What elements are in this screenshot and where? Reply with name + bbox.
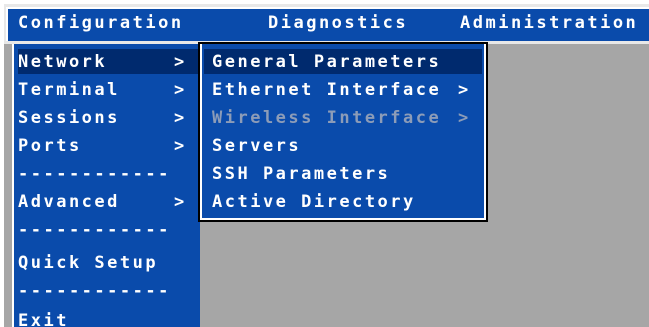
- menu-item-quick-setup[interactable]: Quick Setup: [18, 250, 198, 275]
- submenu-item-active-directory[interactable]: Active Directory: [204, 189, 482, 214]
- menu-item-label: Sessions: [18, 108, 120, 128]
- menu-item-label: Network: [18, 52, 108, 72]
- submenu-item-ethernet-interface[interactable]: Ethernet Interface >: [204, 77, 482, 102]
- menu-item-label: Ports: [18, 136, 82, 156]
- menu-bar: Configuration Diagnostics Administration: [4, 4, 649, 44]
- menu-item-label: Advanced: [18, 192, 120, 212]
- menu-item-label: Quick Setup: [18, 253, 159, 273]
- submenu-arrow-icon: >: [174, 136, 187, 156]
- submenu-arrow-icon: >: [458, 108, 471, 128]
- menu-administration[interactable]: Administration: [460, 15, 638, 39]
- separator-line: ------------: [18, 281, 171, 301]
- menu-configuration[interactable]: Configuration: [18, 15, 184, 39]
- submenu-arrow-icon: >: [458, 80, 471, 100]
- menu-item-label: Terminal: [18, 80, 120, 100]
- menu-item-advanced[interactable]: Advanced >: [18, 189, 198, 214]
- submenu-arrow-icon: >: [174, 52, 187, 72]
- submenu-item-ssh-parameters[interactable]: SSH Parameters: [204, 161, 482, 186]
- configuration-menu: Network > Terminal > Sessions > Ports > …: [12, 44, 200, 327]
- menu-item-terminal[interactable]: Terminal >: [18, 77, 198, 102]
- submenu-item-label: Active Directory: [212, 192, 416, 212]
- submenu-item-label: SSH Parameters: [212, 164, 391, 184]
- network-submenu: General Parameters Ethernet Interface > …: [198, 42, 488, 222]
- menu-item-label: Exit: [18, 311, 69, 327]
- submenu-item-servers[interactable]: Servers: [204, 133, 482, 158]
- menu-bar-inner: Configuration Diagnostics Administration: [6, 7, 649, 41]
- submenu-item-general-parameters[interactable]: General Parameters: [204, 49, 482, 74]
- submenu-item-label: General Parameters: [212, 52, 442, 72]
- submenu-arrow-icon: >: [174, 192, 187, 212]
- menu-separator: ------------: [18, 278, 198, 303]
- terminal-screen: Configuration Diagnostics Administration…: [4, 4, 649, 327]
- separator-line: ------------: [18, 220, 171, 240]
- menu-item-exit[interactable]: Exit: [18, 308, 198, 327]
- submenu-item-label: Wireless Interface: [212, 108, 442, 128]
- menu-item-ports[interactable]: Ports >: [18, 133, 198, 158]
- menu-separator: ------------: [18, 217, 198, 242]
- menu-item-network[interactable]: Network >: [18, 49, 198, 74]
- submenu-arrow-icon: >: [174, 80, 187, 100]
- submenu-item-label: Servers: [212, 136, 302, 156]
- submenu-item-label: Ethernet Interface: [212, 80, 442, 100]
- separator-line: ------------: [18, 164, 171, 184]
- submenu-item-wireless-interface: Wireless Interface >: [204, 105, 482, 130]
- menu-diagnostics[interactable]: Diagnostics: [268, 15, 408, 39]
- menu-separator: ------------: [18, 161, 198, 186]
- menu-item-sessions[interactable]: Sessions >: [18, 105, 198, 130]
- submenu-arrow-icon: >: [174, 108, 187, 128]
